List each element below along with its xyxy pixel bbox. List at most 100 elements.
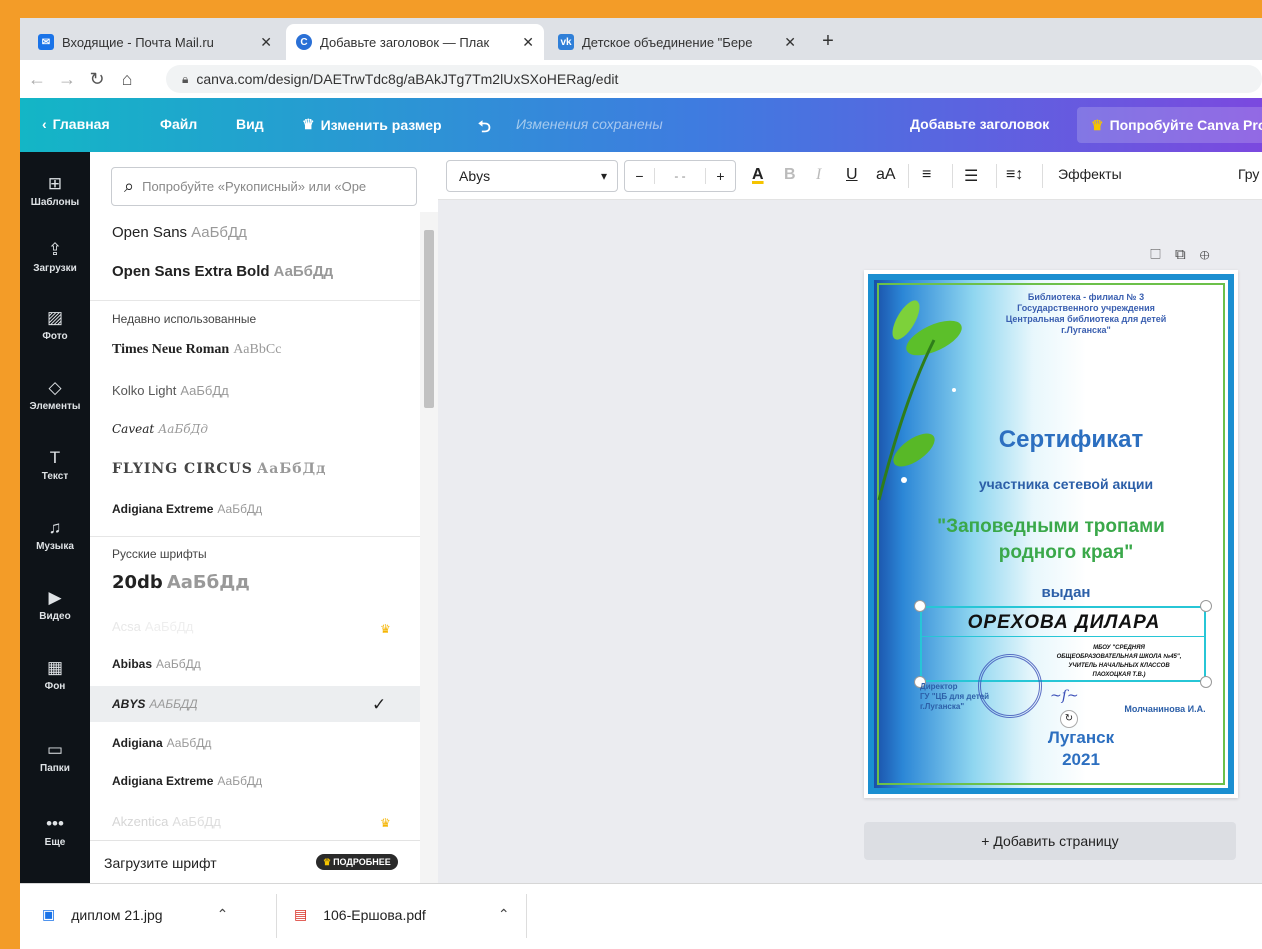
duplicate-page-icon[interactable]: ⧉ xyxy=(1175,246,1200,263)
letter-case-icon[interactable]: aA xyxy=(876,166,896,184)
chevron-up-icon[interactable]: ⌃ xyxy=(498,906,510,923)
issued-label: выдан xyxy=(1041,584,1091,601)
font-size-stepper[interactable]: − - - + xyxy=(624,160,736,192)
spacing-icon[interactable]: ≡↕ xyxy=(1006,166,1023,184)
underline-icon[interactable]: U xyxy=(846,166,858,184)
rail-item-more[interactable]: ••• Еще xyxy=(20,814,90,848)
font-name: Open Sans Extra Bold xyxy=(112,263,270,280)
url-field[interactable]: 🔒︎ canva.com/design/DAETrwTdc8g/aBAkJTg7… xyxy=(166,65,1262,93)
new-tab-button[interactable]: + xyxy=(815,28,841,54)
recipient-name[interactable]: ОРЕХОВА ДИЛАРА xyxy=(914,612,1214,634)
rail-label: Еще xyxy=(44,837,66,848)
rail-item-uploads[interactable]: ⇪ Загрузки xyxy=(20,240,90,274)
font-sample: АаБбДд xyxy=(166,736,212,750)
note-icon[interactable]: 🗆 xyxy=(1150,246,1175,263)
file-menu[interactable]: Файл xyxy=(160,116,197,132)
font-family-select[interactable]: Abys ▾ xyxy=(446,160,618,192)
font-sample: АаБбДд xyxy=(172,814,221,829)
font-item-adigiana[interactable]: Adigiana АаБбДд xyxy=(112,736,412,750)
rail-label: Папки xyxy=(40,763,70,774)
rail-item-photos[interactable]: ▨ Фото xyxy=(20,308,90,342)
resize-button[interactable]: ♛ Изменить размер xyxy=(302,116,442,133)
try-pro-button[interactable]: ♛ Попробуйте Canva Pro xyxy=(1077,107,1262,143)
home-icon[interactable]: ⌂ xyxy=(114,69,140,90)
view-menu[interactable]: Вид xyxy=(236,116,264,132)
rail-item-text[interactable]: T Текст xyxy=(20,448,90,482)
design-title[interactable]: Добавьте заголовок xyxy=(910,116,1049,132)
font-item-abibas[interactable]: Abibas АаБбДд xyxy=(112,657,412,671)
decrease-size-button[interactable]: − xyxy=(625,168,655,184)
close-icon[interactable]: ✕ xyxy=(260,34,272,51)
font-item-adigiana-extreme[interactable]: Adigiana Extreme АаБбДд xyxy=(112,502,412,516)
font-list-scrollbar[interactable] xyxy=(420,212,438,883)
certificate-image[interactable]: Библиотека - филиал № 3 Государственного… xyxy=(868,274,1234,794)
home-button[interactable]: ‹ Главная xyxy=(42,116,110,132)
increase-size-button[interactable]: + xyxy=(705,168,735,184)
more-info-badge[interactable]: ♛ ПОДРОБНЕЕ xyxy=(316,854,398,870)
font-item-20db[interactable]: 20db АаБбДд xyxy=(112,572,412,593)
rotate-handle-icon[interactable]: ↻ xyxy=(1060,710,1078,728)
library-line: г.Луганска" xyxy=(1061,325,1111,335)
font-item-caveat[interactable]: Caveat АаБбДд xyxy=(112,422,412,436)
page-actions: 🗆⧉⊕ xyxy=(1150,244,1223,269)
font-item-acsa[interactable]: Acsa АаБбДд xyxy=(112,619,412,634)
library-line: Библиотека - филиал № 3 xyxy=(1027,292,1145,302)
bold-icon[interactable]: B xyxy=(784,166,796,184)
upload-font-button[interactable]: Загрузите шрифт xyxy=(104,855,217,871)
list-icon[interactable]: ☰ xyxy=(964,166,978,186)
rail-item-background[interactable]: ▦ Фон xyxy=(20,658,90,692)
rail-label: Видео xyxy=(39,611,71,622)
certificate-subtitle: участника сетевой акции xyxy=(978,476,1154,492)
download-filename: диплом 21.jpg xyxy=(71,906,163,923)
divider xyxy=(908,164,909,188)
rail-item-templates[interactable]: ⊞ Шаблоны xyxy=(20,174,90,208)
rail-label: Музыка xyxy=(36,541,74,552)
pdf-file-icon: ▤ xyxy=(294,906,308,922)
download-item-jpg[interactable]: ▣ диплом 21.jpg ⌃ xyxy=(42,906,228,923)
font-item-times[interactable]: Times Neue Roman AaBbCc xyxy=(112,342,412,358)
font-item-open-sans-extra-bold[interactable]: Open Sans Extra Bold АаБбДд xyxy=(112,263,412,280)
italic-icon[interactable]: I xyxy=(816,166,821,184)
font-size-value[interactable]: - - xyxy=(655,169,705,183)
tab-bar: ✉ Входящие - Почта Mail.ru ✕ C Добавьте … xyxy=(20,18,1262,60)
signature: ~ſ~ xyxy=(1050,688,1079,704)
url-text: canva.com/design/DAETrwTdc8g/aBAkJTg7Tm2… xyxy=(196,71,619,87)
group-button[interactable]: Гру xyxy=(1238,166,1259,182)
tab-vk[interactable]: vk Детское объединение "Береста ✕ xyxy=(548,24,806,60)
scrollbar-thumb[interactable] xyxy=(424,230,434,408)
reload-icon[interactable]: ↻ xyxy=(84,69,110,90)
chevron-up-icon[interactable]: ⌃ xyxy=(217,906,229,923)
rail-item-video[interactable]: ▶ Видео xyxy=(20,588,90,622)
resize-handle[interactable] xyxy=(1200,600,1212,612)
rail-item-music[interactable]: ♫ Музыка xyxy=(20,518,90,552)
align-center-icon[interactable]: ≡ xyxy=(922,166,931,184)
tab-canva[interactable]: C Добавьте заголовок — Плакат ✕ xyxy=(286,24,544,60)
text-color-icon[interactable]: A xyxy=(752,166,764,184)
address-bar: ← → ↻ ⌂ 🔒︎ canva.com/design/DAETrwTdc8g/… xyxy=(20,60,1262,98)
forward-arrow-icon[interactable]: → xyxy=(54,69,80,90)
resize-handle[interactable] xyxy=(914,600,926,612)
font-item-abys[interactable]: ABYS ААББДД xyxy=(112,697,412,711)
font-item-akzentica[interactable]: Akzentica АаБбДд xyxy=(112,814,412,829)
rail-item-elements[interactable]: ◇ Элементы xyxy=(20,378,90,412)
add-page-icon[interactable]: ⊕ xyxy=(1200,246,1224,263)
font-search-input[interactable]: ⌕ Попробуйте «Рукописный» или «Оре xyxy=(111,167,417,206)
back-arrow-icon[interactable]: ← xyxy=(24,69,50,90)
tab-mail[interactable]: ✉ Входящие - Почта Mail.ru ✕ xyxy=(28,24,282,60)
effects-button[interactable]: Эффекты xyxy=(1058,166,1122,182)
close-icon[interactable]: ✕ xyxy=(784,34,796,51)
font-item-adigiana-extreme-2[interactable]: Adigiana Extreme АаБбДд xyxy=(112,774,412,788)
close-icon[interactable]: ✕ xyxy=(522,34,534,51)
design-page[interactable]: Библиотека - филиал № 3 Государственного… xyxy=(864,270,1238,798)
undo-button[interactable]: ⮌ xyxy=(478,116,491,143)
font-item-kolko[interactable]: Kolko Light АаБбДд xyxy=(112,383,412,398)
font-name: ABYS xyxy=(112,697,146,711)
director-block: Директор ГУ "ЦБ для детей г.Луганска" xyxy=(920,682,1010,712)
add-page-button[interactable]: + Добавить страницу xyxy=(864,822,1236,860)
font-item-flying-circus[interactable]: FLYING CIRCUS АаБбДд xyxy=(112,461,412,477)
download-item-pdf[interactable]: ▤ 106-Ершова.pdf ⌃ xyxy=(294,906,510,923)
font-item-open-sans[interactable]: Open Sans АаБбДд xyxy=(112,224,412,241)
more-info-label: ПОДРОБНЕЕ xyxy=(333,857,391,867)
folder-icon: ▭ xyxy=(46,740,64,759)
rail-item-folders[interactable]: ▭ Папки xyxy=(20,740,90,774)
